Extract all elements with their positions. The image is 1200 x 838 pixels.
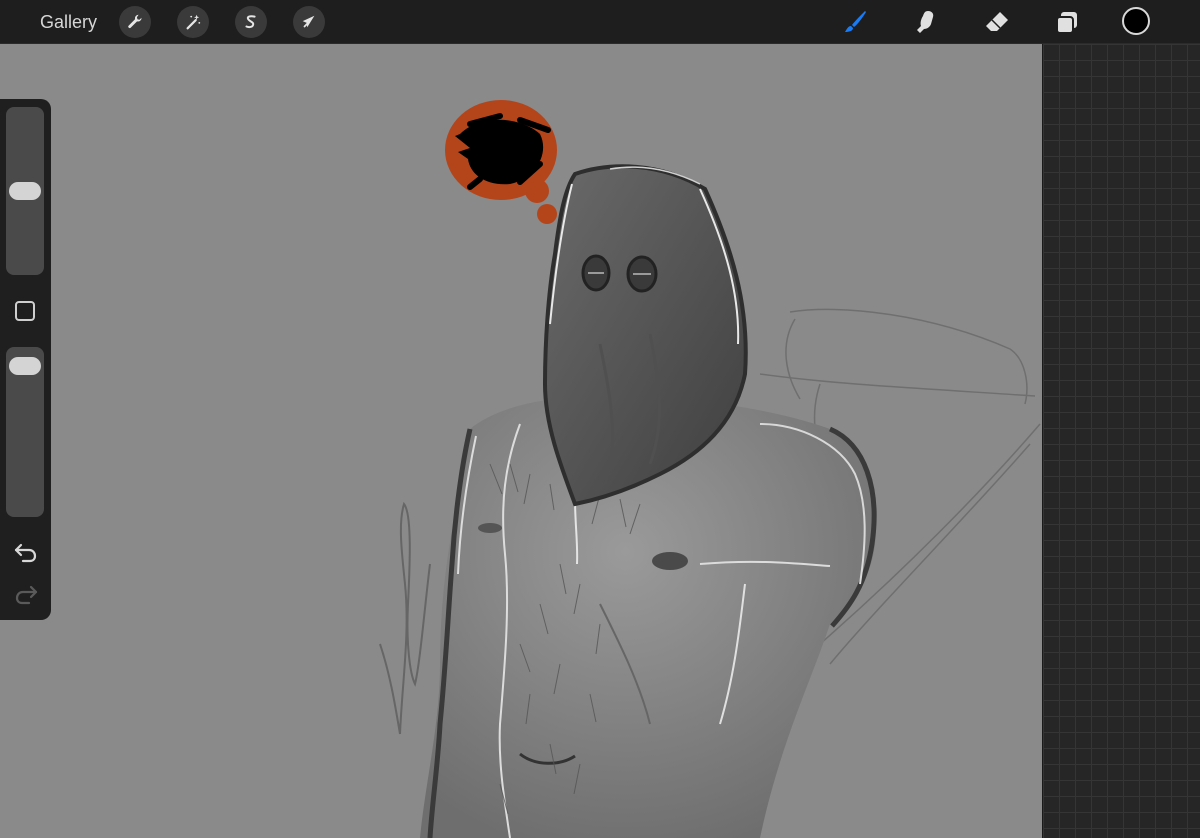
thought-bubble	[445, 100, 557, 224]
arrow-cursor-icon	[302, 15, 315, 28]
undo-arrow-icon	[14, 543, 37, 563]
artwork	[379, 100, 1041, 838]
selection-s-icon	[245, 15, 256, 29]
undo-button[interactable]	[13, 540, 39, 564]
selection-button[interactable]	[235, 6, 267, 38]
gallery-button[interactable]: Gallery	[40, 10, 97, 34]
modify-button[interactable]	[15, 301, 35, 321]
opacity-thumb[interactable]	[9, 357, 41, 376]
magic-wand-icon	[186, 14, 201, 30]
brush-tool-button[interactable]	[838, 5, 872, 39]
artist-signature	[379, 501, 431, 735]
opacity-slider[interactable]	[6, 347, 44, 517]
layers-icon	[1056, 12, 1077, 34]
brush-size-slider[interactable]	[6, 107, 44, 275]
transform-button[interactable]	[293, 6, 325, 38]
drawing-canvas[interactable]	[0, 44, 1042, 838]
top-toolbar: Gallery	[0, 0, 1200, 44]
reference-grid-panel	[1042, 44, 1200, 838]
brush-icon	[845, 11, 866, 32]
smudge-tool-button[interactable]	[909, 5, 943, 39]
color-picker-button[interactable]	[1122, 7, 1150, 35]
redo-button[interactable]	[13, 582, 39, 606]
wrench-icon	[128, 14, 142, 29]
brush-size-thumb[interactable]	[9, 182, 41, 200]
redo-arrow-icon	[15, 585, 38, 605]
layers-button[interactable]	[1050, 5, 1084, 39]
actions-button[interactable]	[119, 6, 151, 38]
eraser-tool-button[interactable]	[980, 5, 1014, 39]
brush-sidebar	[0, 99, 51, 620]
eraser-icon	[986, 12, 1008, 31]
smudge-finger-icon	[917, 11, 934, 33]
adjustments-button[interactable]	[177, 6, 209, 38]
